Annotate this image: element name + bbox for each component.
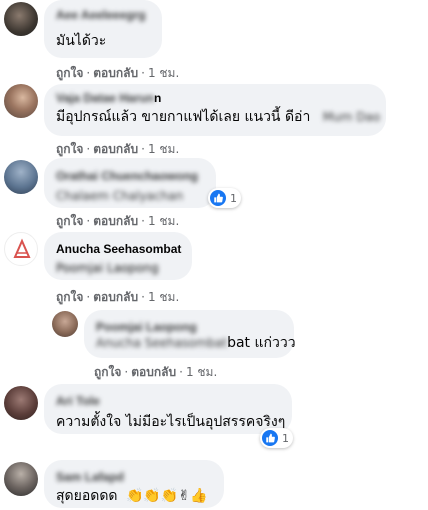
comment-bubble: Ari Tole ความตั้งใจ ไม่มีอะไรเป็นอุปสรรค… xyxy=(44,384,292,434)
comment-text-main: มีอุปกรณ์แล้ว ขายกาแฟได้เลย แนวนี้ ดีอ่า xyxy=(56,109,311,125)
reply-action[interactable]: ตอบกลับ xyxy=(93,214,138,228)
avatar[interactable] xyxy=(4,160,38,194)
reaction-number: 1 xyxy=(282,431,289,445)
comment-author[interactable]: Aee Aeeleeegrg xyxy=(56,7,150,23)
reply-action[interactable]: ตอบกลับ xyxy=(93,290,138,304)
reply-action[interactable]: ตอบกลับ xyxy=(131,365,176,379)
comment-actions: ถูกใจ · ตอบกลับ · 1 ชม. xyxy=(94,365,218,379)
comment-bubble: Orathai Chuenchaowong Chalaem Chalyachan xyxy=(44,158,216,208)
comment-author[interactable]: Vaja Datae Harunn xyxy=(56,90,374,106)
comment-time[interactable]: 1 ชม. xyxy=(148,290,179,304)
comment-author[interactable]: Orathai Chuenchaowong xyxy=(56,168,204,184)
avatar[interactable] xyxy=(4,462,38,496)
comment-bubble: Aee Aeeleeegrg มันได้วะ xyxy=(44,0,162,58)
comment-time[interactable]: 1 ชม. xyxy=(148,142,179,156)
comment-time[interactable]: 1 ชม. xyxy=(148,214,179,228)
comment-text: มีอุปกรณ์แล้ว ขายกาแฟได้เลย แนวนี้ ดีอ่า… xyxy=(56,107,380,127)
avatar[interactable] xyxy=(4,232,38,266)
comment-bubble: Poomjai Laopong Anucha Seehasombatbat แก… xyxy=(84,310,296,358)
tagged-name[interactable]: Anucha Seehasombat xyxy=(96,336,227,350)
comment-text-visible: bat แก่ววว xyxy=(227,335,296,351)
comment-text: ความตั้งใจ ไม่มีอะไรเป็นอุปสรรคจริงๆ xyxy=(56,414,286,430)
avatar[interactable] xyxy=(52,311,78,337)
reaction-number: 1 xyxy=(230,191,237,205)
comment-actions: ถูกใจ · ตอบกลับ · 1 ชม. xyxy=(56,142,180,156)
comment-actions: ถูกใจ · ตอบกลับ · 1 ชม. xyxy=(56,290,180,304)
comment-text-main: สุดยอดดด xyxy=(56,488,118,504)
comment-text: Poomjai Laopong xyxy=(56,261,159,275)
comment-time[interactable]: 1 ชม. xyxy=(186,365,217,379)
comment-bubble: Sam Lafapd สุดยอดดด 👏👏👏✌👍 xyxy=(44,460,224,508)
avatar[interactable] xyxy=(4,2,38,36)
clapping-hands-icon: 👏👏👏✌👍 xyxy=(125,488,208,504)
avatar[interactable] xyxy=(4,84,38,118)
like-action[interactable]: ถูกใจ xyxy=(56,142,83,156)
comment-text: สุดยอดดด 👏👏👏✌👍 xyxy=(56,486,212,506)
tagged-name[interactable]: Mum Dao xyxy=(323,110,380,124)
comment-author[interactable]: Poomjai Laopong xyxy=(96,319,282,335)
like-action[interactable]: ถูกใจ xyxy=(94,365,121,379)
comment-actions: ถูกใจ · ตอบกลับ · 1 ชม. xyxy=(56,214,180,228)
like-action[interactable]: ถูกใจ xyxy=(56,290,83,304)
avatar[interactable] xyxy=(4,386,38,420)
comment-author[interactable]: Sam Lafapd xyxy=(56,469,212,485)
comment-text: Chalaem Chalyachan xyxy=(56,189,184,203)
thumbs-up-icon xyxy=(262,430,278,446)
comment-author[interactable]: Ari Tole xyxy=(56,393,280,409)
reply-action[interactable]: ตอบกลับ xyxy=(93,142,138,156)
thumbs-up-icon xyxy=(210,190,226,206)
like-action[interactable]: ถูกใจ xyxy=(56,66,83,80)
comment-text: มันได้วะ xyxy=(56,33,107,49)
comment-actions: ถูกใจ · ตอบกลับ · 1 ชม. xyxy=(56,66,180,80)
like-action[interactable]: ถูกใจ xyxy=(56,214,83,228)
comment-text: Anucha Seehasombatbat แก่ววว xyxy=(96,333,296,353)
comment-bubble: Vaja Datae Harunn มีอุปกรณ์แล้ว ขายกาแฟไ… xyxy=(44,84,386,136)
reaction-count[interactable]: 1 xyxy=(260,428,293,448)
author-blurred: Vaja Datae Harun xyxy=(56,91,155,105)
comment-author[interactable]: Anucha Seehasombat xyxy=(56,241,181,257)
reply-action[interactable]: ตอบกลับ xyxy=(93,66,138,80)
comment-time[interactable]: 1 ชม. xyxy=(148,66,179,80)
author-tail: n xyxy=(154,91,162,105)
logo-icon xyxy=(13,238,31,258)
reaction-count[interactable]: 1 xyxy=(208,188,241,208)
comment-bubble: Anucha Seehasombat Poomjai Laopong xyxy=(44,232,192,280)
